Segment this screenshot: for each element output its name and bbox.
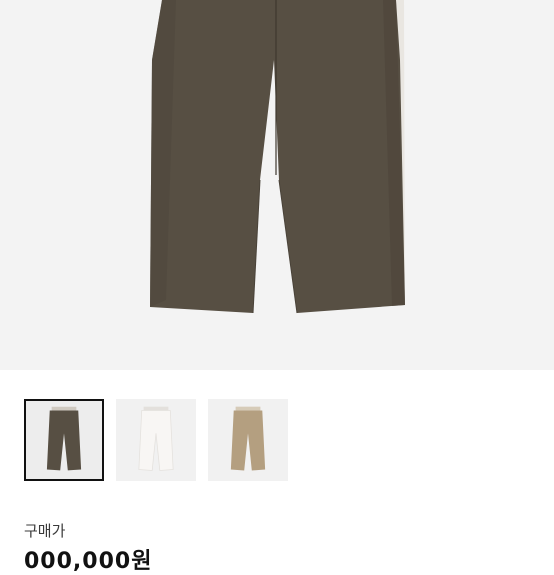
pants-main-illustration (150, 0, 405, 314)
pants-thumbnail-icon (138, 406, 174, 471)
product-main-image (0, 0, 554, 370)
price-value: 000,000원 (24, 549, 153, 574)
thumbnail-gallery (24, 399, 288, 481)
pants-thumbnail-icon (230, 406, 266, 471)
pants-shape (150, 0, 405, 313)
pants-thumbnail-icon (46, 406, 82, 471)
thumbnail-dark-brown[interactable] (24, 399, 104, 481)
thumbnail-white[interactable] (116, 399, 196, 481)
thumbnail-beige[interactable] (208, 399, 288, 481)
price-label: 구매가 (24, 522, 66, 540)
